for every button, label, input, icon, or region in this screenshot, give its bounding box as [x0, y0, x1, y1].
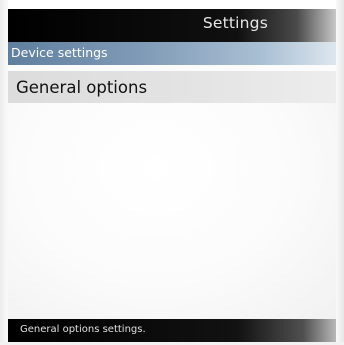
screen-frame-right [336, 0, 344, 345]
status-text: General options settings. [20, 324, 146, 335]
page-title: Settings [202, 14, 268, 32]
menu-item-general-options[interactable]: General options [8, 71, 336, 103]
settings-screen: Settings Device settings General options… [0, 0, 344, 345]
section-header-device-settings: Device settings [8, 42, 336, 65]
menu-item-label: General options [16, 78, 148, 97]
content-area [8, 103, 336, 319]
title-bar: Settings [8, 9, 336, 42]
status-bar: General options settings. [8, 319, 336, 342]
section-header-label: Device settings [11, 45, 108, 60]
screen-frame-left [0, 0, 8, 345]
screen-frame-top [0, 0, 344, 9]
